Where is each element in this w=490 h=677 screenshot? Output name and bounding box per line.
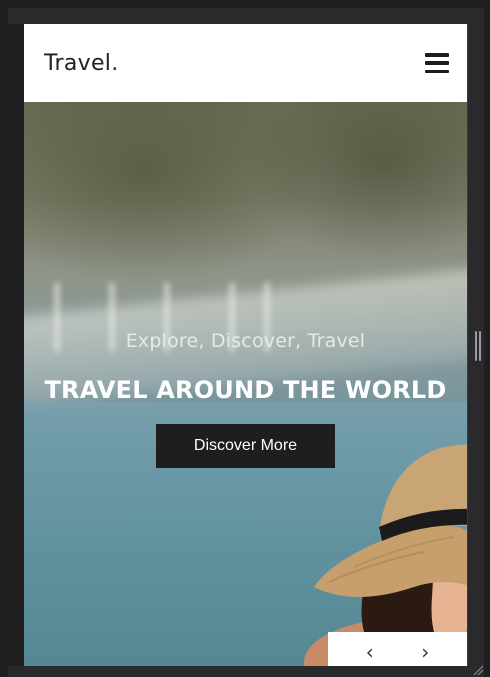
page-viewport: Travel. Explore, Discover, Travel TRAVEL… [24,24,467,666]
hamburger-icon[interactable] [425,53,449,73]
chevron-right-icon[interactable]: › [421,642,429,662]
chevron-left-icon[interactable]: ‹ [366,642,374,662]
viewport-bottom-bar [8,666,484,677]
slider-nav: ‹ › [328,632,467,666]
hero-tagline: Explore, Discover, Travel [125,330,366,352]
brand-logo[interactable]: Travel. [44,51,119,76]
corner-resize-icon[interactable] [472,664,484,676]
resize-handle-icon[interactable] [474,330,482,362]
hero-headline: TRAVEL AROUND THE WORLD [44,376,447,404]
discover-more-button[interactable]: Discover More [156,424,335,468]
viewport-top-bar [8,8,484,24]
hero-content: Explore, Discover, Travel TRAVEL AROUND … [24,330,467,468]
hero-section: Explore, Discover, Travel TRAVEL AROUND … [24,102,467,666]
site-header: Travel. [24,24,467,102]
